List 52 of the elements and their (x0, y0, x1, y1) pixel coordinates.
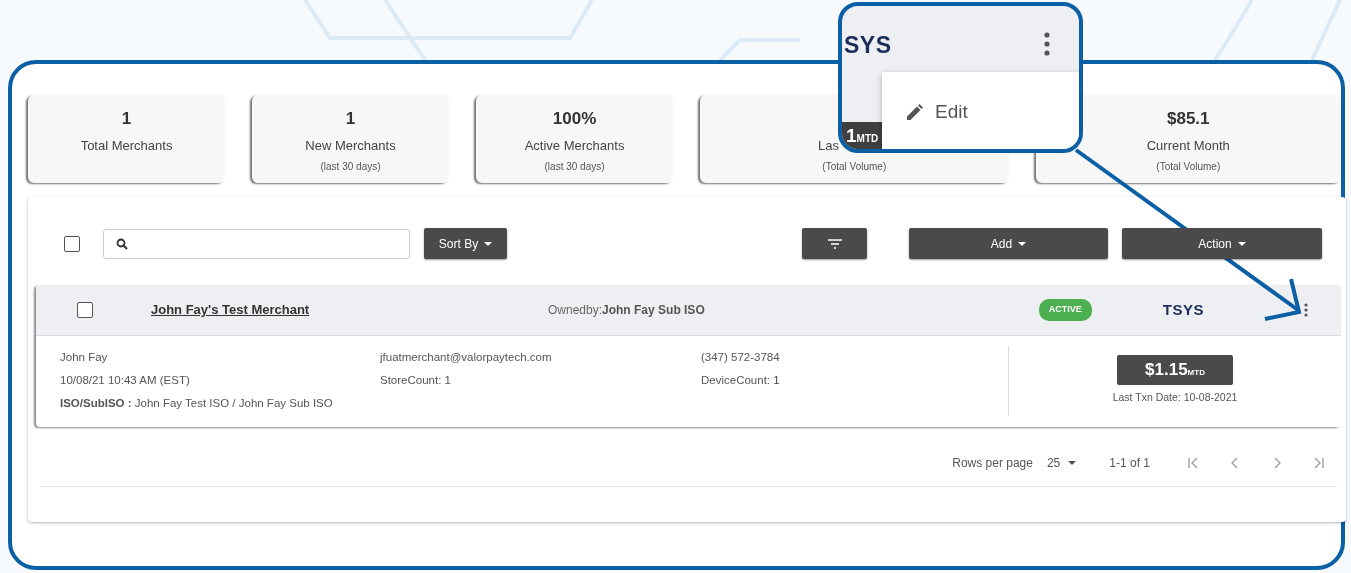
edit-menu-item[interactable]: Edit (906, 98, 968, 127)
page-range: 1-1 of 1 (1109, 455, 1150, 472)
stat-sublabel: (Total Volume) (1156, 160, 1221, 172)
caret-icon (484, 241, 493, 246)
stat-label: Total Merchants (80, 138, 173, 153)
merchant-name-link[interactable]: John Fay's Test Merchant (151, 300, 548, 320)
stat-label: Current Month (1146, 138, 1230, 153)
device-count-link[interactable]: 1 (773, 374, 780, 386)
stat-value: 100% (552, 109, 597, 128)
stat-label: Active Merchants (524, 138, 625, 153)
pencil-icon (906, 104, 923, 121)
detail-text: John Fay (60, 351, 108, 363)
mtd-amount: 1MTD (842, 122, 883, 149)
stat-sublabel: (Total Volume) (822, 160, 887, 172)
more-options-icon[interactable] (1304, 303, 1308, 317)
last-txn-date: Last Txn Date: 10-08-2021 (1112, 390, 1238, 403)
rows-per-page-select[interactable]: 25 (1046, 454, 1077, 472)
filter-icon (827, 238, 842, 249)
owner-text: Ownedby:John Fay Sub ISO (548, 303, 705, 317)
add-button[interactable]: Add (909, 228, 1108, 259)
stat-value: $85.1 (1167, 109, 1210, 128)
select-all-checkbox[interactable] (64, 235, 80, 252)
stat-label: Las (818, 138, 839, 153)
processor-logo: TSYS (1162, 299, 1204, 320)
mtd-amount: $1.15MTD (1117, 355, 1233, 385)
first-page-icon[interactable] (1188, 457, 1198, 469)
status-badge: ACTIVE (1038, 299, 1092, 321)
detail-text: 10/08/21 10:43 AM (EST) (60, 374, 190, 386)
more-options-icon (1044, 32, 1050, 56)
stat-sublabel: (last 30 days) (544, 160, 605, 172)
caret-icon (1018, 241, 1027, 246)
caret-icon (1237, 241, 1246, 246)
action-button[interactable]: Action (1122, 228, 1322, 259)
next-page-icon[interactable] (1272, 457, 1282, 469)
search-field[interactable] (103, 228, 410, 259)
rows-per-page-label: Rows per page (952, 455, 1033, 472)
previous-page-icon[interactable] (1230, 457, 1240, 469)
iso-text: ISO/SubISO : John Fay Test ISO / John Fay Sub ISO (60, 397, 333, 409)
row-checkbox[interactable] (77, 302, 93, 318)
search-icon (116, 237, 128, 250)
stat-sublabel: (last 30 days) (320, 160, 381, 172)
sort-button[interactable]: Sort By (424, 228, 507, 259)
phone-text: (347) 572-3784 (701, 351, 780, 363)
detail-text: StoreCount: 1 (380, 374, 451, 386)
filter-button[interactable] (802, 228, 867, 259)
device-count-label: DeviceCount: (701, 374, 772, 386)
stat-value: 1 (121, 109, 132, 128)
last-page-icon[interactable] (1314, 457, 1324, 469)
detail-text: jfuatmerchant@valorpaytech.com (380, 351, 552, 363)
processor-logo: SYS (844, 31, 892, 60)
stat-value: 1 (345, 109, 356, 128)
stat-label: New Merchants (305, 138, 396, 153)
